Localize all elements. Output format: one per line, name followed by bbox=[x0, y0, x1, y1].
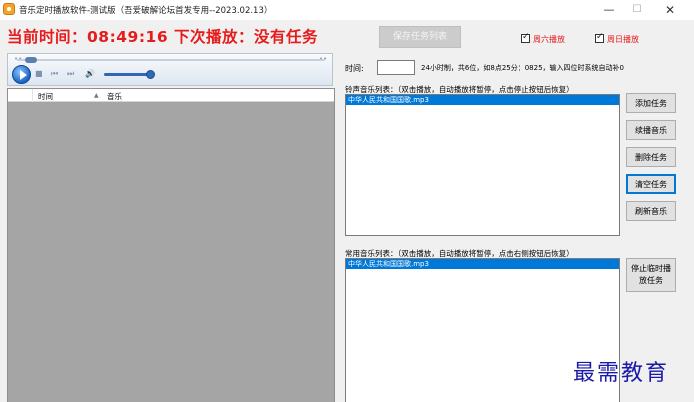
media-player: •• •• ■ ⏮ ⏭ 🔊 bbox=[7, 53, 333, 86]
sort-ascending-icon: ▲ bbox=[94, 92, 99, 99]
current-time-display: 当前时间：08:49:16 下次播放：没有任务 bbox=[7, 28, 319, 46]
clear-task-button[interactable]: 清空任务 bbox=[626, 174, 676, 194]
close-button[interactable]: ✕ bbox=[656, 2, 684, 18]
next-icon[interactable]: ⏭ bbox=[67, 69, 74, 79]
window-title: 音乐定时播放软件-测试版（吾爱破解论坛首发专用--2023.02.13） bbox=[19, 6, 273, 16]
refresh-music-button[interactable]: 刷新音乐 bbox=[626, 201, 676, 221]
saturday-play-label: 周六播放 bbox=[533, 35, 565, 44]
ring-music-listbox[interactable]: 中华人民共和国国歌.mp3 bbox=[345, 94, 620, 236]
column-separator[interactable] bbox=[32, 89, 33, 102]
app-music-icon bbox=[3, 3, 15, 15]
save-task-list-button[interactable]: 保存任务列表 bbox=[379, 26, 461, 48]
seek-bar[interactable] bbox=[17, 59, 325, 61]
add-task-button[interactable]: 添加任务 bbox=[626, 93, 676, 113]
volume-slider[interactable] bbox=[104, 73, 152, 76]
continue-music-button[interactable]: 续播音乐 bbox=[626, 120, 676, 140]
saturday-play-checkbox[interactable]: 周六播放 bbox=[521, 32, 565, 45]
sunday-play-checkbox[interactable]: 周日播放 bbox=[595, 32, 639, 45]
stop-temporary-play-line2: 放任务 bbox=[639, 276, 663, 285]
volume-icon[interactable]: 🔊 bbox=[85, 69, 95, 78]
app-window: 音乐定时播放软件-测试版（吾爱破解论坛首发专用--2023.02.13） — ☐… bbox=[0, 0, 694, 402]
sunday-play-label: 周日播放 bbox=[607, 35, 639, 44]
previous-icon[interactable]: ⏮ bbox=[51, 69, 58, 79]
checkbox-icon bbox=[521, 32, 530, 43]
stop-temporary-play-line1: 停止临时播 bbox=[631, 264, 671, 273]
watermark-text: 最需教育 bbox=[573, 361, 670, 386]
time-format-hint: 24小时制，共6位，如8点25分：0825，输入四位时系统自动补0 bbox=[421, 64, 624, 72]
stop-temporary-play-button[interactable]: 停止临时播 放任务 bbox=[626, 258, 676, 292]
list-item[interactable]: 中华人民共和国国歌.mp3 bbox=[346, 259, 619, 269]
time-label: 时间: bbox=[345, 64, 364, 73]
volume-handle[interactable] bbox=[146, 70, 155, 79]
minimize-button[interactable]: — bbox=[595, 2, 623, 18]
task-list-header: 时间 ▲ 音乐 bbox=[8, 89, 334, 102]
column-header-time[interactable]: 时间 bbox=[38, 91, 53, 102]
title-bar: 音乐定时播放软件-测试版（吾爱破解论坛首发专用--2023.02.13） — ☐… bbox=[0, 0, 694, 20]
column-header-music[interactable]: 音乐 bbox=[107, 91, 122, 102]
maximize-button[interactable]: ☐ bbox=[623, 2, 651, 18]
seek-handle[interactable] bbox=[25, 57, 37, 63]
task-list[interactable]: 时间 ▲ 音乐 bbox=[7, 88, 335, 402]
time-input[interactable] bbox=[377, 60, 415, 75]
stop-icon[interactable]: ■ bbox=[35, 69, 43, 78]
delete-task-button[interactable]: 删除任务 bbox=[626, 147, 676, 167]
list-item[interactable]: 中华人民共和国国歌.mp3 bbox=[346, 95, 619, 105]
checkbox-icon bbox=[595, 32, 604, 43]
play-icon[interactable] bbox=[12, 65, 31, 84]
